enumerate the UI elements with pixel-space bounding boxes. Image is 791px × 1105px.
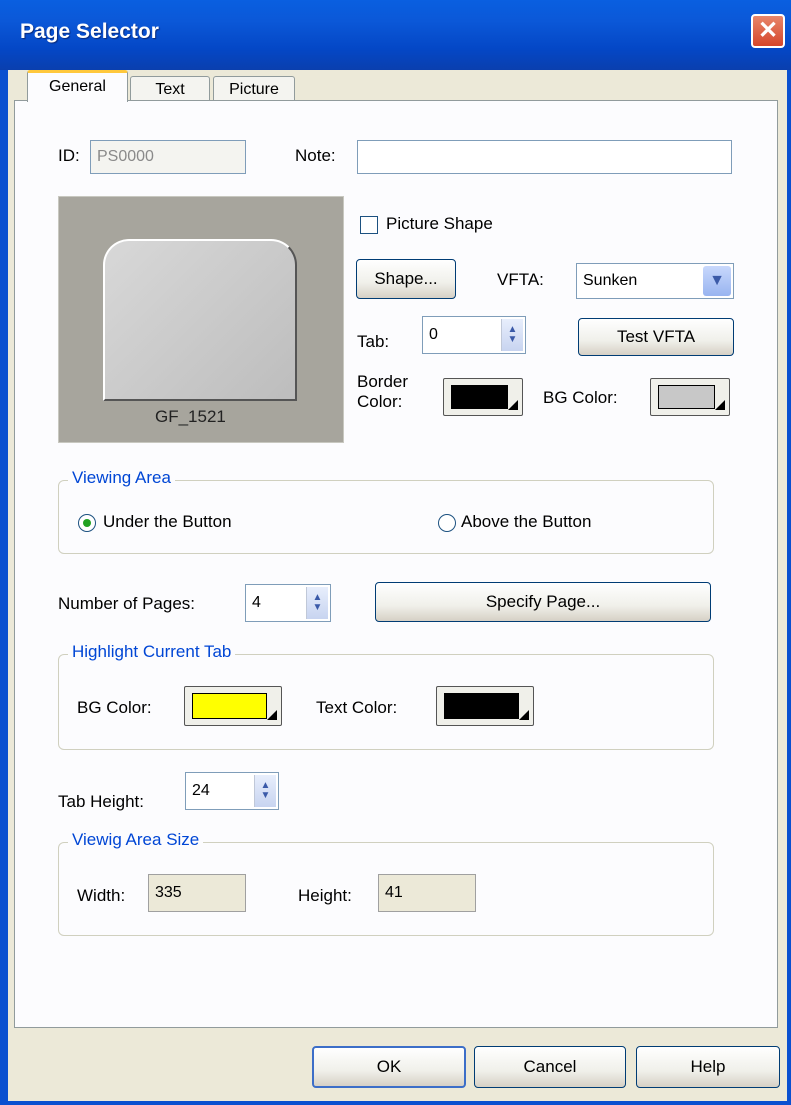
tab-value: 0 — [429, 326, 438, 343]
viewing-area-size-title: Viewig Area Size — [68, 830, 204, 850]
tab-height-value: 24 — [192, 782, 210, 799]
highlight-bg-color-swatch — [192, 693, 267, 719]
radio-selected-dot — [83, 519, 91, 527]
dialog-title: Page Selector — [20, 20, 159, 43]
help-button[interactable]: Help — [636, 1046, 780, 1088]
tab-height-spinner-arrows-icon[interactable]: ▲ ▼ — [254, 775, 276, 807]
vfta-select[interactable]: Sunken ▼ — [576, 263, 734, 299]
preview-caption: GF_1521 — [155, 407, 226, 426]
test-vfta-button[interactable]: Test VFTA — [578, 318, 734, 356]
note-label: Note: — [295, 146, 336, 165]
highlight-text-color-swatch — [444, 693, 519, 719]
pages-spinner-arrows-icon[interactable]: ▲ ▼ — [306, 587, 328, 619]
highlight-text-color-label: Text Color: — [316, 698, 398, 717]
bg-color-label: BG Color: — [543, 388, 618, 407]
tab-text[interactable]: Text — [130, 76, 210, 103]
width-label: Width: — [77, 886, 126, 905]
tab-picture[interactable]: Picture — [213, 76, 295, 103]
dropdown-triangle-icon — [508, 400, 518, 410]
dropdown-triangle-icon — [715, 400, 725, 410]
highlight-bg-color-label: BG Color: — [77, 698, 152, 717]
close-button[interactable]: ✕ — [751, 14, 785, 48]
ok-button[interactable]: OK — [312, 1046, 466, 1088]
height-field: 41 — [378, 874, 476, 912]
vfta-label: VFTA: — [497, 270, 544, 289]
number-of-pages-value: 4 — [252, 594, 261, 611]
highlight-current-tab-title: Highlight Current Tab — [68, 642, 236, 662]
picture-shape-checkbox[interactable] — [360, 216, 378, 234]
id-label: ID: — [58, 146, 80, 165]
close-icon: ✕ — [757, 17, 779, 44]
id-field: PS0000 — [90, 140, 246, 174]
bg-color-button[interactable] — [650, 378, 730, 416]
bg-color-swatch — [658, 385, 715, 409]
tab-height-stepper[interactable]: 24 ▲ ▼ — [185, 772, 279, 810]
specify-page-button[interactable]: Specify Page... — [375, 582, 711, 622]
border-color-swatch — [451, 385, 508, 409]
height-label: Height: — [298, 886, 352, 905]
number-of-pages-stepper[interactable]: 4 ▲ ▼ — [245, 584, 331, 622]
vfta-value: Sunken — [583, 272, 638, 289]
highlight-text-color-button[interactable] — [436, 686, 534, 726]
above-button-radio[interactable] — [438, 514, 456, 532]
dropdown-triangle-icon — [519, 710, 529, 720]
under-button-radio[interactable] — [78, 514, 96, 532]
border-color-label: Border Color: — [357, 372, 408, 412]
border-color-button[interactable] — [443, 378, 523, 416]
shape-preview-graphic — [103, 239, 297, 401]
number-of-pages-label: Number of Pages: — [58, 594, 196, 613]
border-color-label-line1: Border — [357, 372, 409, 391]
width-field: 335 — [148, 874, 246, 912]
above-button-label: Above the Button — [461, 512, 592, 531]
picture-shape-label: Picture Shape — [386, 214, 493, 233]
tab-height-label: Tab Height: — [58, 792, 144, 811]
chevron-down-icon[interactable]: ▼ — [703, 266, 731, 296]
note-field[interactable] — [357, 140, 732, 174]
tab-label: Tab: — [357, 332, 390, 351]
shape-button[interactable]: Shape... — [356, 259, 456, 299]
under-button-label: Under the Button — [103, 512, 232, 531]
title-bar[interactable]: Page Selector ✕ — [0, 0, 791, 70]
tab-spinner-arrows-icon[interactable]: ▲ ▼ — [501, 319, 523, 351]
tab-stepper[interactable]: 0 ▲ ▼ — [422, 316, 526, 354]
tab-general[interactable]: General — [27, 70, 128, 102]
viewing-area-title: Viewing Area — [68, 468, 175, 488]
cancel-button[interactable]: Cancel — [474, 1046, 626, 1088]
border-color-label-line2: Color: — [357, 392, 403, 411]
highlight-bg-color-button[interactable] — [184, 686, 282, 726]
dropdown-triangle-icon — [267, 710, 277, 720]
shape-preview: GF_1521 — [58, 196, 344, 443]
